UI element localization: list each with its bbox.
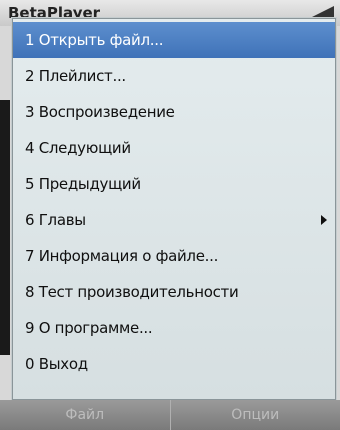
menu-item-label: 3 Воспроизведение bbox=[25, 103, 175, 121]
menu-item-label: 9 О программе... bbox=[25, 319, 153, 337]
menu-item-label: 1 Открыть файл... bbox=[25, 31, 164, 49]
signal-icon bbox=[310, 6, 334, 18]
menu-item-benchmark[interactable]: 8 Тест производительности bbox=[13, 274, 335, 310]
menu-item-file-info[interactable]: 7 Информация о файле... bbox=[13, 238, 335, 274]
device-screen: BetaPlayer 1 Открыть файл... 2 Плейлист.… bbox=[0, 0, 340, 430]
popup-menu: 1 Открыть файл... 2 Плейлист... 3 Воспро… bbox=[12, 18, 336, 400]
softkey-label: Файл bbox=[65, 407, 105, 423]
menu-item-label: 4 Следующий bbox=[25, 139, 131, 157]
menu-item-open-file[interactable]: 1 Открыть файл... bbox=[13, 22, 335, 58]
menu-item-next[interactable]: 4 Следующий bbox=[13, 130, 335, 166]
menu-item-label: 6 Главы bbox=[25, 211, 86, 229]
softkey-file[interactable]: Файл bbox=[0, 400, 171, 430]
submenu-arrow-icon bbox=[321, 215, 327, 225]
background-app-edge bbox=[0, 100, 10, 355]
menu-item-label: 0 Выход bbox=[25, 355, 88, 373]
menu-item-playlist[interactable]: 2 Плейлист... bbox=[13, 58, 335, 94]
menu-item-previous[interactable]: 5 Предыдущий bbox=[13, 166, 335, 202]
menu-item-label: 2 Плейлист... bbox=[25, 67, 126, 85]
menu-item-exit[interactable]: 0 Выход bbox=[13, 346, 335, 382]
softkey-label: Опции bbox=[231, 407, 280, 423]
softkey-options[interactable]: Опции bbox=[171, 400, 340, 430]
menu-item-label: 8 Тест производительности bbox=[25, 283, 239, 301]
menu-item-play[interactable]: 3 Воспроизведение bbox=[13, 94, 335, 130]
menu-item-about[interactable]: 9 О программе... bbox=[13, 310, 335, 346]
softkey-bar: Файл Опции bbox=[0, 400, 340, 430]
menu-item-label: 7 Информация о файле... bbox=[25, 247, 219, 265]
menu-item-chapters[interactable]: 6 Главы bbox=[13, 202, 335, 238]
menu-item-label: 5 Предыдущий bbox=[25, 175, 141, 193]
